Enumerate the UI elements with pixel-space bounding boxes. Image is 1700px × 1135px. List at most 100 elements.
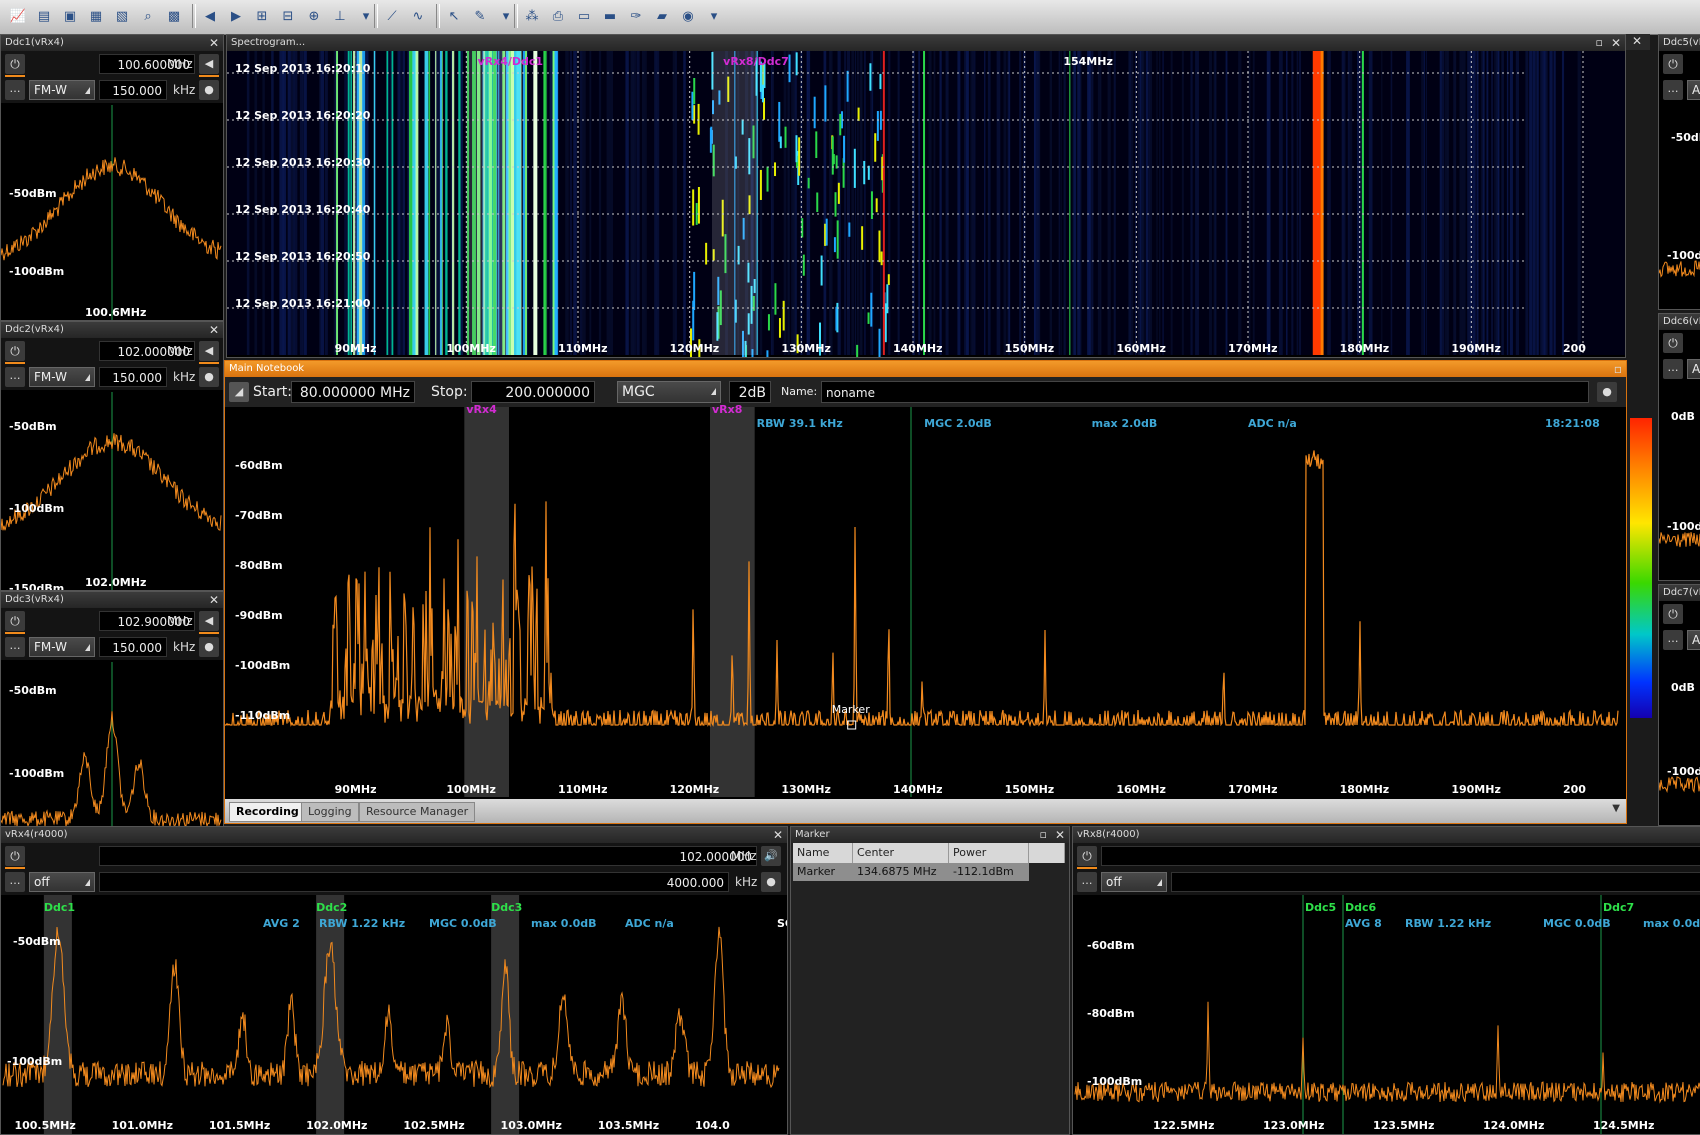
spectrogram-column: [791, 51, 795, 355]
vrx8-ddc-tag: Ddc6: [1345, 901, 1377, 914]
spectrogram-column: [397, 51, 401, 355]
zoom-icon[interactable]: ⌕: [138, 6, 158, 26]
new-icon[interactable]: ▤: [34, 6, 54, 26]
back-icon[interactable]: ◀: [200, 6, 220, 26]
spectrogram-column: [1357, 51, 1359, 355]
save-icon[interactable]: ▣: [60, 6, 80, 26]
folder-icon[interactable]: ▰: [652, 6, 672, 26]
ddc-spectrum-canvas[interactable]: [1, 592, 223, 859]
pencil-icon[interactable]: ✎: [470, 6, 490, 26]
tab-recording[interactable]: Recording: [229, 802, 306, 822]
spectrogram-column: [1390, 51, 1393, 355]
spectrogram-column: [1077, 51, 1081, 355]
close-icon[interactable]: ✕: [1055, 827, 1065, 843]
link-icon[interactable]: ⟋: [382, 6, 402, 26]
spectrogram-column: [928, 51, 932, 355]
ddc-spectrum-canvas[interactable]: [1, 322, 223, 590]
spectrogram-freq-tick: 100MHz: [446, 342, 496, 355]
main-notebook: Main Notebook ▫ ◢ Start: 80.000000 MHz S…: [224, 360, 1627, 824]
spectrogram-column: [554, 51, 558, 355]
spectrogram-column: [1349, 51, 1353, 355]
main-spectrum-canvas[interactable]: [225, 361, 1626, 823]
spectrogram-column: [970, 51, 975, 355]
spectrogram-column: [610, 51, 613, 355]
spectrogram-column: [1327, 51, 1331, 355]
spectrogram-side-close[interactable]: ✕: [1626, 34, 1650, 50]
spectrogram-column: [573, 51, 577, 355]
minus-icon[interactable]: ⊟: [278, 6, 298, 26]
vrx4-max: max 0.0dB: [531, 917, 597, 930]
marker-plus-icon[interactable]: ⊕: [304, 6, 324, 26]
spectrogram-burst: [886, 284, 889, 314]
spectrogram-time-label: 12 Sep 2013 16:20:30: [235, 156, 371, 169]
globe-icon[interactable]: ◉: [678, 6, 698, 26]
spectrogram-column: [1532, 51, 1536, 355]
layout-icon[interactable]: ▩: [164, 6, 184, 26]
marker-row-center[interactable]: 134.6875 MHz: [853, 863, 949, 881]
toolbar-separator: [514, 4, 518, 28]
main-y-label: -80dBm: [235, 559, 283, 572]
dropdown-icon[interactable]: ▾: [496, 6, 516, 26]
tab-logging[interactable]: Logging: [301, 802, 359, 822]
plus-icon[interactable]: ⊞: [252, 6, 272, 26]
spectrogram-burst: [693, 271, 696, 311]
spectrogram-column: [996, 51, 1001, 355]
marker-col-name[interactable]: Name: [793, 843, 853, 863]
tool-icon[interactable]: ✑: [626, 6, 646, 26]
forward-icon[interactable]: ▶: [226, 6, 246, 26]
wave-icon[interactable]: ∿: [408, 6, 428, 26]
spectrogram-column: [581, 51, 586, 355]
ddc-right-canvas[interactable]: [1659, 585, 1700, 825]
main-x-label: 130MHz: [781, 783, 831, 796]
map-icon[interactable]: ▧: [112, 6, 132, 26]
vrx4-extra: SC: [777, 917, 787, 930]
print-icon[interactable]: ⎙: [548, 6, 568, 26]
screen-icon[interactable]: ▭: [574, 6, 594, 26]
dropdown-icon[interactable]: ▾: [356, 6, 376, 26]
marker-row-power[interactable]: -112.1dBm: [949, 863, 1029, 881]
spectrogram-freq-tick: 120MHz: [669, 342, 720, 355]
marker-col-power[interactable]: Power: [949, 843, 1029, 863]
marker-row-name[interactable]: Marker: [793, 863, 853, 881]
vrx8-ddc-tag: Ddc7: [1603, 901, 1635, 914]
spectrogram-column: [1472, 51, 1476, 355]
chart-icon[interactable]: 📈: [8, 6, 28, 26]
ddc-right-canvas[interactable]: [1659, 35, 1700, 309]
ddc-y-label: -100dBm: [9, 502, 65, 515]
spectrogram-signal-column: [1361, 51, 1364, 355]
tab-resource-manager[interactable]: Resource Manager: [359, 802, 476, 822]
spectrogram-column: [524, 51, 528, 355]
vrx8-x-label: 123.5MHz: [1373, 1119, 1435, 1132]
grid-icon[interactable]: ▦: [86, 6, 106, 26]
spectrogram-column: [984, 51, 986, 355]
ddc-y-label: -50dBm: [9, 187, 57, 200]
vrx8-max: max 0.0dB: [1643, 917, 1700, 930]
maximize-icon[interactable]: ▫: [1040, 827, 1047, 843]
vrx8-spectrum-canvas[interactable]: [1073, 827, 1700, 1134]
marker-panel: Marker ▫ ✕ Name Center Power Marker 134.…: [790, 826, 1070, 1135]
spectrogram-column: [636, 51, 640, 355]
spectrogram-column: [1535, 51, 1537, 355]
adc-label: ADC n/a: [1248, 417, 1297, 430]
ddc-band-highlight: [491, 895, 520, 1134]
spectrogram-column: [1181, 51, 1184, 355]
marker-icon[interactable]: ⊥: [330, 6, 350, 26]
spectrogram-column: [856, 51, 859, 355]
spectrogram-column: [438, 51, 440, 355]
network-icon[interactable]: ⁂: [522, 6, 542, 26]
pointer-icon[interactable]: ↖: [444, 6, 464, 26]
ddc-trace: [1, 433, 222, 531]
tab-dropdown-icon[interactable]: ▼: [1612, 803, 1620, 814]
marker-col-center[interactable]: Center: [853, 843, 949, 863]
dropdown-icon[interactable]: ▾: [704, 6, 724, 26]
main-x-label: 200: [1563, 783, 1586, 796]
screen2-icon[interactable]: ▬: [600, 6, 620, 26]
spectrogram-column: [598, 51, 602, 355]
vrx4-spectrum-canvas[interactable]: [1, 827, 787, 1134]
ddc-y-label: -100dBm: [9, 767, 65, 780]
spectrogram-canvas[interactable]: [227, 35, 1625, 357]
spectrogram-column: [1060, 51, 1062, 355]
ddc-right-canvas[interactable]: [1659, 314, 1700, 580]
close-icon[interactable]: ✕: [1626, 34, 1642, 48]
ddc-panel-1: Ddc1(vRx4) ✕ ⏻ 100.600000 MHz ◀… FM-W 150.000 kH…: [0, 34, 224, 321]
